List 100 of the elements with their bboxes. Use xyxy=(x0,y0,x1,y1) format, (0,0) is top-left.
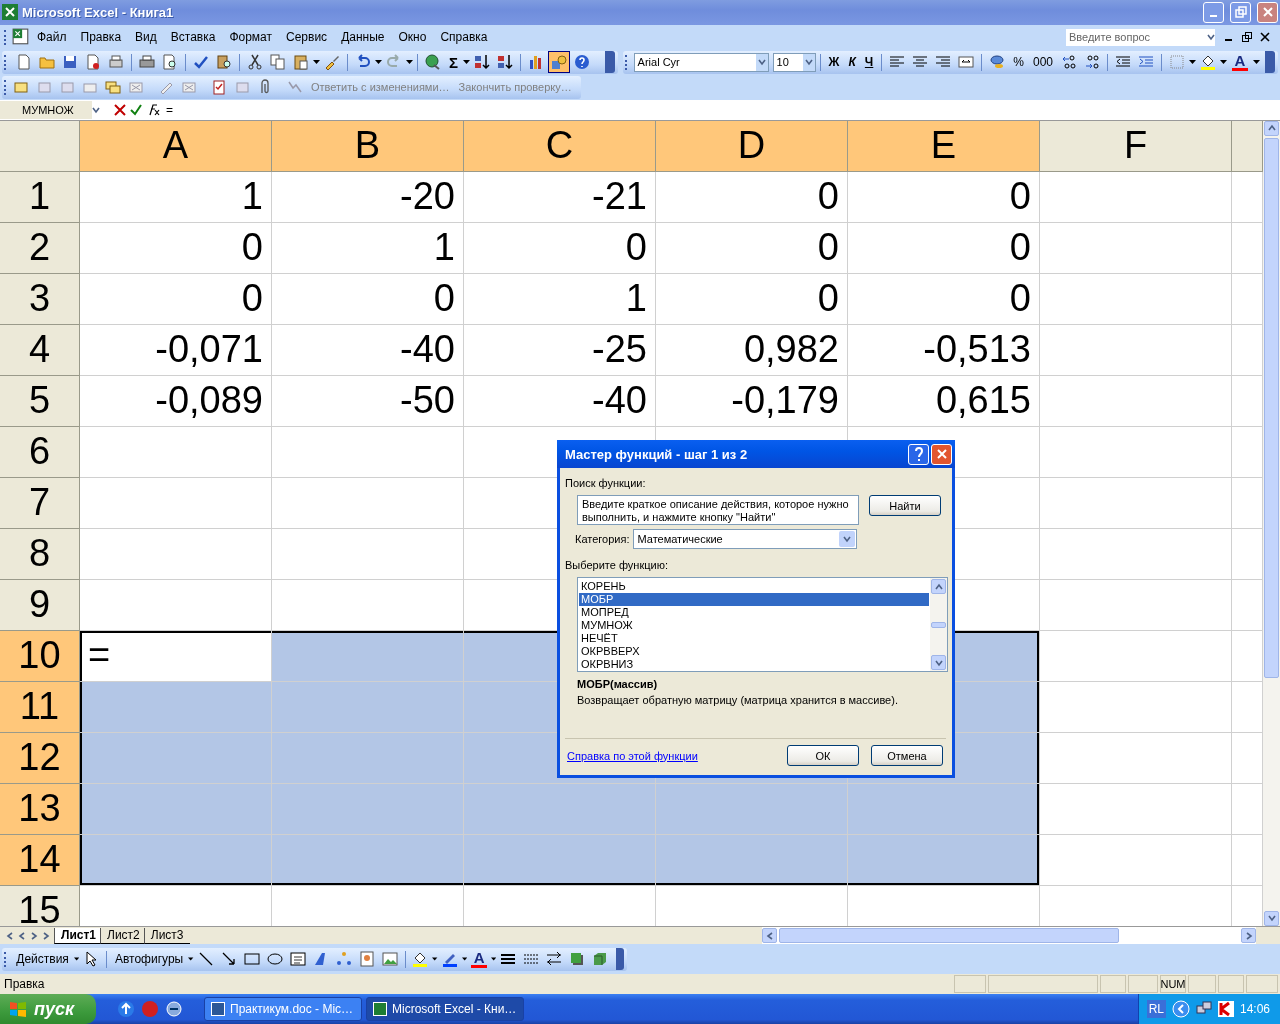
taskbar-button[interactable]: Microsoft Excel - Кни… xyxy=(366,997,524,1021)
row-header[interactable]: 8 xyxy=(0,528,80,580)
taskbar-button[interactable]: Практикум.doc - Mic… xyxy=(204,997,362,1021)
toolbar-options-icon[interactable] xyxy=(604,51,615,74)
row-header[interactable]: 6 xyxy=(0,426,80,478)
scroll-right-button[interactable] xyxy=(1241,928,1256,944)
toolbar-options-icon[interactable] xyxy=(616,948,624,971)
menu-item[interactable]: Формат xyxy=(222,28,280,47)
help-link[interactable]: Справка по этой функции xyxy=(567,749,698,762)
minimize-button[interactable] xyxy=(1203,1,1224,23)
list-item[interactable]: МОПРЕД xyxy=(579,606,929,619)
chevron-icon[interactable] xyxy=(1171,1000,1190,1018)
caret-icon[interactable] xyxy=(1220,60,1227,65)
find-button[interactable]: Найти xyxy=(869,495,941,516)
column-header[interactable]: D xyxy=(656,120,848,172)
up-arrow-icon[interactable] xyxy=(118,1001,134,1017)
network-icon[interactable] xyxy=(1195,1001,1212,1017)
search-field[interactable]: Введите краткое описание действия, которое нужно выполнить, и нажмите кнопку "Найти" xyxy=(577,495,859,525)
row-header[interactable]: 3 xyxy=(0,273,80,325)
row-header[interactable]: 9 xyxy=(0,579,80,631)
last-sheet-icon[interactable] xyxy=(42,931,50,940)
underline-button[interactable]: Ч xyxy=(860,51,878,74)
caret-icon[interactable] xyxy=(406,60,413,65)
caret-icon[interactable] xyxy=(461,957,468,962)
scrollbar-thumb[interactable] xyxy=(779,928,1119,944)
help-button[interactable] xyxy=(908,443,929,465)
row-header[interactable]: 15 xyxy=(0,885,80,926)
browser-icon[interactable] xyxy=(166,1001,182,1017)
shapes-icon[interactable] xyxy=(548,51,570,74)
close-button[interactable] xyxy=(1257,1,1278,23)
question-field[interactable]: Введите вопрос xyxy=(1065,27,1216,47)
name-box[interactable]: МУМНОЖ xyxy=(0,100,92,119)
list-item[interactable]: ОКРВВЕРХ xyxy=(579,645,929,658)
caret-icon[interactable] xyxy=(1253,60,1260,65)
column-header[interactable]: E xyxy=(848,120,1040,172)
list-item[interactable]: НЕЧЁТ xyxy=(579,632,929,645)
list-item[interactable]: КОРЕНЬ xyxy=(579,580,929,593)
caret-icon[interactable] xyxy=(491,957,497,962)
menu-item[interactable]: Сервис xyxy=(279,28,335,47)
menu-item[interactable]: Справка xyxy=(433,28,495,47)
italic-button[interactable]: К xyxy=(844,51,860,74)
next-sheet-icon[interactable] xyxy=(30,931,38,940)
shield-icon[interactable] xyxy=(1217,1001,1234,1017)
check-icon[interactable] xyxy=(130,103,142,116)
row-header[interactable]: 7 xyxy=(0,477,80,529)
scroll-down-button[interactable] xyxy=(1264,910,1279,926)
restore-icon[interactable] xyxy=(1242,32,1252,43)
caret-icon[interactable] xyxy=(313,60,320,65)
cancel-icon[interactable] xyxy=(114,103,126,116)
sheet-tab[interactable]: Лист1 xyxy=(54,927,103,944)
autoshapes-menu-button[interactable]: Автофигуры xyxy=(110,948,188,971)
list-item[interactable]: МУМНОЖ xyxy=(579,619,929,632)
menu-item[interactable]: Файл xyxy=(30,28,74,47)
row-header[interactable]: 4 xyxy=(0,324,80,376)
caret-icon[interactable] xyxy=(432,957,438,962)
row-header[interactable]: 2 xyxy=(0,222,80,274)
menu-item[interactable]: Данные xyxy=(334,28,392,47)
scrollbar-thumb[interactable] xyxy=(931,621,946,628)
category-dropdown[interactable]: Математические xyxy=(633,529,858,549)
row-header[interactable]: 14 xyxy=(0,834,80,886)
scrollbar-thumb[interactable] xyxy=(1264,137,1279,678)
menu-item[interactable]: Окно xyxy=(391,28,434,47)
column-header[interactable]: C xyxy=(464,120,656,172)
ok-button[interactable]: ОК xyxy=(787,745,859,766)
row-header[interactable]: 5 xyxy=(0,375,80,427)
autosum-button[interactable]: Σ xyxy=(445,51,462,74)
column-header[interactable]: B xyxy=(272,120,464,172)
excel-logo-icon[interactable] xyxy=(12,28,30,47)
column-header[interactable]: F xyxy=(1040,120,1232,172)
actions-menu-button[interactable]: Действия xyxy=(12,948,73,971)
percent-button[interactable]: % xyxy=(1009,51,1028,74)
toolbar-options-icon[interactable] xyxy=(1265,51,1275,74)
insert-function-icon[interactable] xyxy=(146,103,160,116)
close-icon[interactable] xyxy=(1260,32,1270,43)
language-indicator[interactable]: RL xyxy=(1146,1000,1166,1018)
menu-item[interactable]: Вид xyxy=(128,28,164,47)
thousands-separator-button[interactable]: 000 xyxy=(1028,51,1057,74)
scroll-left-button[interactable] xyxy=(762,928,777,944)
menu-item[interactable]: Правка xyxy=(73,28,129,47)
close-button[interactable] xyxy=(931,443,952,465)
cancel-button[interactable]: Отмена xyxy=(871,745,943,766)
caret-icon[interactable] xyxy=(73,957,80,962)
menu-item[interactable]: Вставка xyxy=(163,28,223,47)
list-item[interactable]: ОКРВНИЗ xyxy=(579,658,929,671)
row-header[interactable]: 13 xyxy=(0,783,80,835)
sheet-tab[interactable]: Лист3 xyxy=(143,927,190,944)
list-item[interactable]: МОБР xyxy=(579,593,929,606)
sheet-tab[interactable]: Лист2 xyxy=(100,927,146,944)
font-size-field[interactable]: 10 xyxy=(772,52,816,72)
font-color-button[interactable]: A xyxy=(468,948,491,971)
font-field[interactable]: Arial Cyr xyxy=(633,52,769,72)
bold-button[interactable]: Ж xyxy=(824,51,844,74)
font-color-button[interactable]: A xyxy=(1228,51,1252,74)
row-header[interactable]: 12 xyxy=(0,732,80,784)
previous-sheet-icon[interactable] xyxy=(18,931,26,940)
row-header[interactable]: 1 xyxy=(0,171,80,223)
caret-icon[interactable] xyxy=(1189,60,1196,65)
caret-icon[interactable] xyxy=(375,60,382,65)
caret-icon[interactable] xyxy=(463,60,470,65)
column-header[interactable]: A xyxy=(80,120,272,172)
